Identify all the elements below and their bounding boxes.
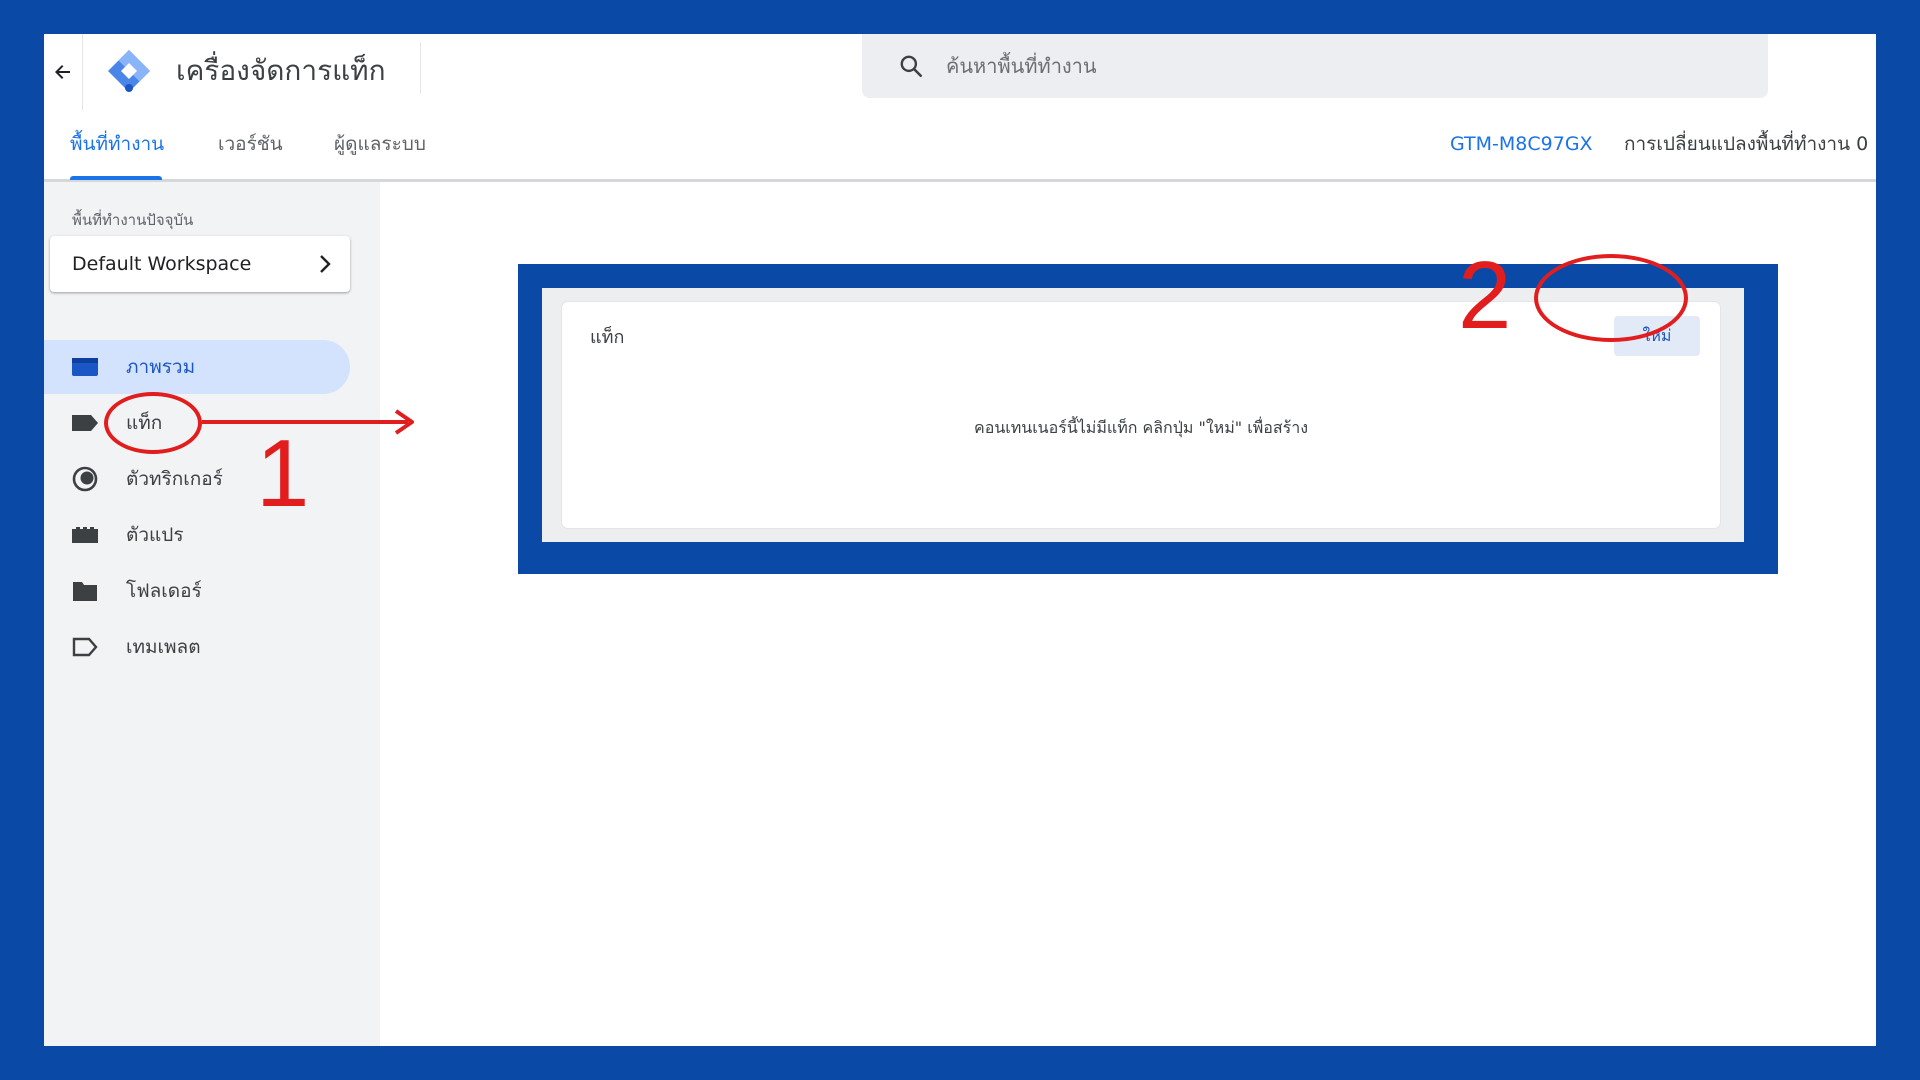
- card-title: แท็ก: [590, 327, 625, 348]
- tab-admin[interactable]: ผู้ดูแลระบบ: [334, 110, 426, 179]
- sidebar: พื้นที่ทำงานปัจจุบัน Default Workspace ภ…: [44, 182, 380, 1046]
- tab-bar: พื้นที่ทำงาน เวอร์ชัน ผู้ดูแลระบบ GTM-M8…: [44, 110, 1876, 182]
- trigger-icon: [70, 464, 100, 494]
- workspace-search-bar[interactable]: ค้นหาพื้นที่ทำงาน: [862, 34, 1768, 98]
- step-number-2: 2: [1458, 242, 1512, 349]
- folder-icon: [70, 576, 100, 606]
- workspace-name: Default Workspace: [72, 253, 252, 275]
- chevron-right-icon: [318, 254, 332, 274]
- sidebar-item-label: แท็ก: [126, 412, 163, 434]
- tag-icon: [70, 408, 100, 438]
- workspace-changes-count: การเปลี่ยนแปลงพื้นที่ทำงาน 0: [1624, 133, 1869, 155]
- container-id-link[interactable]: GTM-M8C97GX: [1450, 110, 1593, 179]
- sidebar-item-label: ตัวทริกเกอร์: [126, 468, 223, 490]
- tag-manager-window: เครื่องจัดการแท็ก ค้นหาพื้นที่ทำงาน พื้น…: [44, 34, 1876, 1046]
- step-number-1: 1: [256, 420, 310, 527]
- gtm-logo-icon: [108, 50, 150, 92]
- template-icon: [70, 632, 100, 662]
- sidebar-item-folders[interactable]: โฟลเดอร์: [44, 564, 350, 618]
- empty-state-message: คอนเทนเนอร์นี้ไม่มีแท็ก คลิกปุ่ม "ใหม่" …: [974, 418, 1308, 437]
- search-placeholder: ค้นหาพื้นที่ทำงาน: [946, 54, 1097, 78]
- sidebar-item-label: เทมเพลต: [126, 636, 201, 658]
- top-bar: เครื่องจัดการแท็ก ค้นหาพื้นที่ทำงาน: [44, 34, 1876, 111]
- back-button[interactable]: [44, 34, 83, 110]
- tab-versions[interactable]: เวอร์ชัน: [218, 110, 283, 179]
- app-title: เครื่องจัดการแท็ก: [176, 54, 386, 87]
- overview-icon: [70, 352, 100, 382]
- title-divider: [420, 42, 421, 94]
- sidebar-item-label: โฟลเดอร์: [126, 580, 202, 602]
- variable-icon: [70, 520, 100, 550]
- search-icon: [896, 51, 926, 81]
- new-tag-button[interactable]: ใหม่: [1614, 316, 1700, 356]
- tags-card: แท็ก ใหม่ คอนเทนเนอร์นี้ไม่มีแท็ก คลิกปุ…: [562, 302, 1720, 528]
- workspace-selector[interactable]: Default Workspace: [50, 236, 350, 292]
- sidebar-item-label: ภาพรวม: [126, 356, 196, 378]
- sidebar-item-overview[interactable]: ภาพรวม: [44, 340, 350, 394]
- sidebar-item-templates[interactable]: เทมเพลต: [44, 620, 350, 674]
- tab-workspace[interactable]: พื้นที่ทำงาน: [70, 110, 164, 179]
- active-tab-indicator: [70, 176, 162, 180]
- arrow-back-icon: [55, 65, 70, 79]
- current-workspace-label: พื้นที่ทำงานปัจจุบัน: [72, 211, 194, 229]
- sidebar-item-label: ตัวแปร: [126, 524, 184, 546]
